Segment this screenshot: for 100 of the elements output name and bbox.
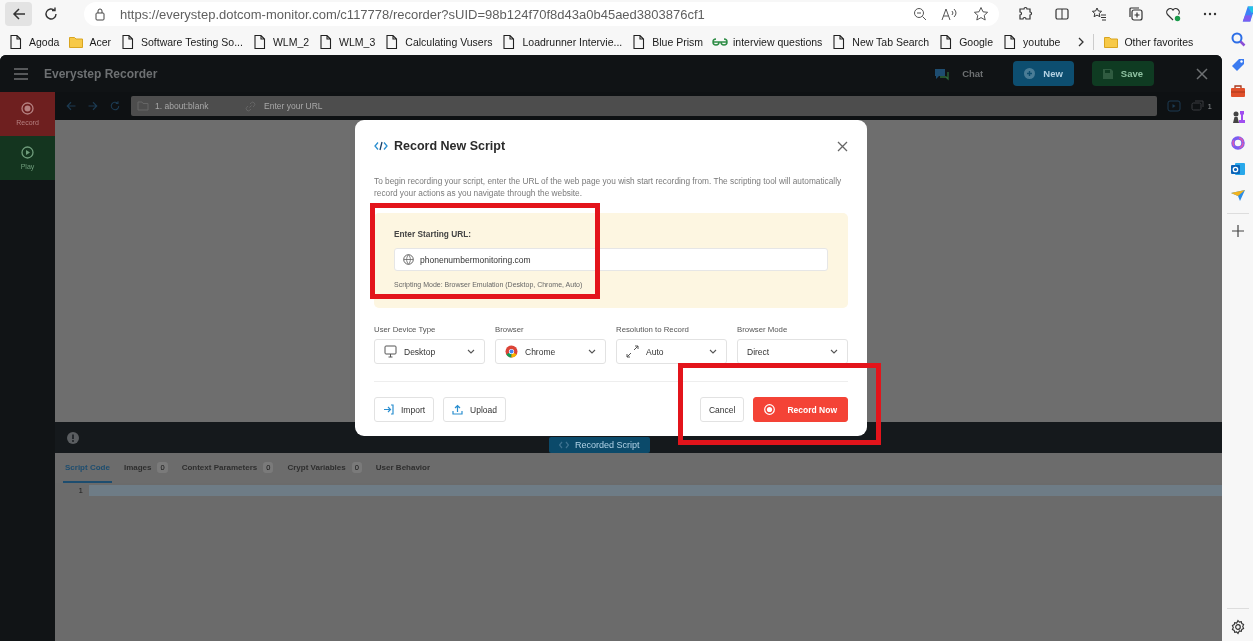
- bookmark-label: New Tab Search: [852, 35, 930, 48]
- app-title: Everystep Recorder: [44, 66, 158, 81]
- favorites-icon[interactable]: [1091, 6, 1107, 22]
- chrome-icon: [505, 345, 518, 358]
- dropdown[interactable]: Auto: [616, 339, 727, 364]
- chevron-down-icon: [467, 349, 475, 354]
- code-icon: [559, 440, 569, 449]
- dropdown[interactable]: Desktop: [374, 339, 485, 364]
- url-bar[interactable]: 1. about:blank Enter your URL: [131, 96, 1157, 116]
- bookmark-label: Agoda: [29, 35, 60, 48]
- address-bar[interactable]: https://everystep.dotcom-monitor.com/c117778/recorder?sUID=98b124f70f8d43a0b45aed3803876cf1: [84, 2, 999, 26]
- upload-button[interactable]: Upload: [443, 397, 507, 422]
- dropdown[interactable]: Direct: [737, 339, 848, 364]
- code-icon: [374, 141, 388, 151]
- chevron-down-icon: [830, 349, 838, 354]
- import-arrow-icon: [383, 404, 394, 415]
- url-input[interactable]: phonenumbermonitoring.com: [394, 248, 828, 271]
- lock-icon: [94, 7, 106, 21]
- record-icon: [21, 102, 34, 115]
- line-number: 1: [77, 485, 84, 497]
- page-icon: [119, 33, 136, 50]
- split-screen-icon[interactable]: [1054, 6, 1070, 22]
- expand-arrows-icon: [626, 345, 639, 358]
- window-count: 1: [1207, 101, 1212, 111]
- bookmark-link[interactable]: Software Testing So...: [119, 33, 243, 50]
- folder-outline-icon: [137, 101, 149, 111]
- cancel-button[interactable]: Cancel: [699, 397, 745, 422]
- plus-circle-icon: [1024, 68, 1036, 79]
- bookmark-label: Google: [959, 35, 994, 48]
- bookmark-link[interactable]: youtube: [1002, 33, 1061, 50]
- bookmark-link[interactable]: Calculating Vusers: [384, 33, 493, 50]
- paper-plane-icon[interactable]: [1229, 187, 1246, 203]
- globe-icon: [403, 254, 414, 265]
- save-button[interactable]: Save: [1091, 61, 1154, 86]
- bookmark-folder[interactable]: Other favorites: [1103, 33, 1194, 50]
- input-value: phonenumbermonitoring.com: [420, 254, 531, 265]
- bookmark-link[interactable]: Loadrunner Intervie...: [501, 33, 623, 50]
- play-icon: [21, 146, 34, 159]
- bookmark-link[interactable]: WLM_3: [318, 33, 376, 50]
- search-icon[interactable]: [1229, 31, 1246, 47]
- bookmark-link[interactable]: Acer: [68, 33, 111, 50]
- bookmark-link[interactable]: interview questions: [712, 33, 823, 50]
- bookmark-label: Other favorites: [1124, 35, 1194, 48]
- recorded-script-button[interactable]: Recorded Script: [549, 436, 650, 453]
- toolbox-icon[interactable]: [1229, 83, 1246, 99]
- read-aloud-icon: [941, 7, 959, 21]
- dropdown[interactable]: Chrome: [495, 339, 606, 364]
- bookmark-link[interactable]: Agoda: [8, 33, 60, 50]
- bookmark-label: Acer: [89, 35, 111, 48]
- bookmark-label: interview questions: [733, 35, 823, 48]
- bookmark-label: Loadrunner Intervie...: [522, 35, 623, 48]
- dropdown-value: Chrome: [525, 346, 556, 357]
- import-button[interactable]: Import: [374, 397, 435, 422]
- bookmark-label: Blue Prism: [652, 35, 704, 48]
- link-icon: [245, 100, 256, 112]
- dropdown-value: Auto: [646, 346, 664, 357]
- bookmark-label: youtube: [1023, 35, 1061, 48]
- upload-icon: [452, 404, 464, 415]
- monitor-icon: [384, 345, 397, 358]
- chevron-down-icon: [709, 349, 717, 354]
- dropdown-value: Desktop: [404, 346, 436, 357]
- bookmark-link[interactable]: Google: [938, 33, 994, 50]
- mail-app-icon[interactable]: [1229, 161, 1246, 177]
- close-icon[interactable]: [837, 140, 848, 152]
- bookmark-label: Software Testing So...: [140, 35, 243, 48]
- url-placeholder: Enter your URL: [264, 101, 323, 111]
- zoom-out-icon: [913, 7, 927, 21]
- menu-icon[interactable]: [14, 67, 28, 80]
- intro-text: To begin recording your script, enter the URL of the web page you wish start recording from. The scripting tool will automatically record your actions as you navigate through the website.: [374, 175, 843, 199]
- dropdown-value: Direct: [747, 346, 770, 357]
- info-icon[interactable]: [67, 431, 79, 444]
- back-arrow-icon: [10, 6, 27, 22]
- extensions-icon[interactable]: [1017, 6, 1033, 22]
- collections-icon[interactable]: [1128, 6, 1144, 22]
- chevron-down-icon: [588, 349, 596, 354]
- bookmark-link[interactable]: WLM_2: [251, 33, 310, 50]
- new-button[interactable]: New: [1013, 61, 1074, 86]
- bookmark-label: Calculating Vusers: [405, 35, 493, 48]
- bookmark-link[interactable]: New Tab Search: [831, 33, 930, 50]
- url-text: https://everystep.dotcom-monitor.com/c117778/recorder?sUID=98b124f70f8d43a0b45aed3803876cf1: [120, 6, 706, 22]
- page-icon: [251, 33, 268, 50]
- health-icon[interactable]: [1165, 6, 1181, 22]
- ring-icon[interactable]: [1229, 135, 1246, 151]
- bookmark-label: WLM_2: [272, 35, 310, 48]
- chat-link[interactable]: Chat: [962, 68, 984, 79]
- record-now-button[interactable]: Record Now: [753, 397, 848, 422]
- star-icon: [973, 6, 989, 22]
- step-label: 1. about:blank: [155, 101, 209, 111]
- close-icon[interactable]: [1196, 67, 1208, 80]
- record-icon: [764, 404, 776, 415]
- bookmark-label: WLM_3: [339, 35, 376, 48]
- reload-icon: [42, 6, 59, 22]
- field-label: Enter Starting URL:: [394, 229, 472, 239]
- settings-icon[interactable]: [1229, 619, 1246, 635]
- windows-icon: [1190, 100, 1205, 112]
- bookmark-link[interactable]: Blue Prism: [631, 33, 704, 50]
- page-icon: [8, 33, 24, 50]
- add-icon[interactable]: [1230, 224, 1245, 238]
- dialog-title: Record New Script: [394, 139, 506, 153]
- back-button[interactable]: [5, 2, 32, 26]
